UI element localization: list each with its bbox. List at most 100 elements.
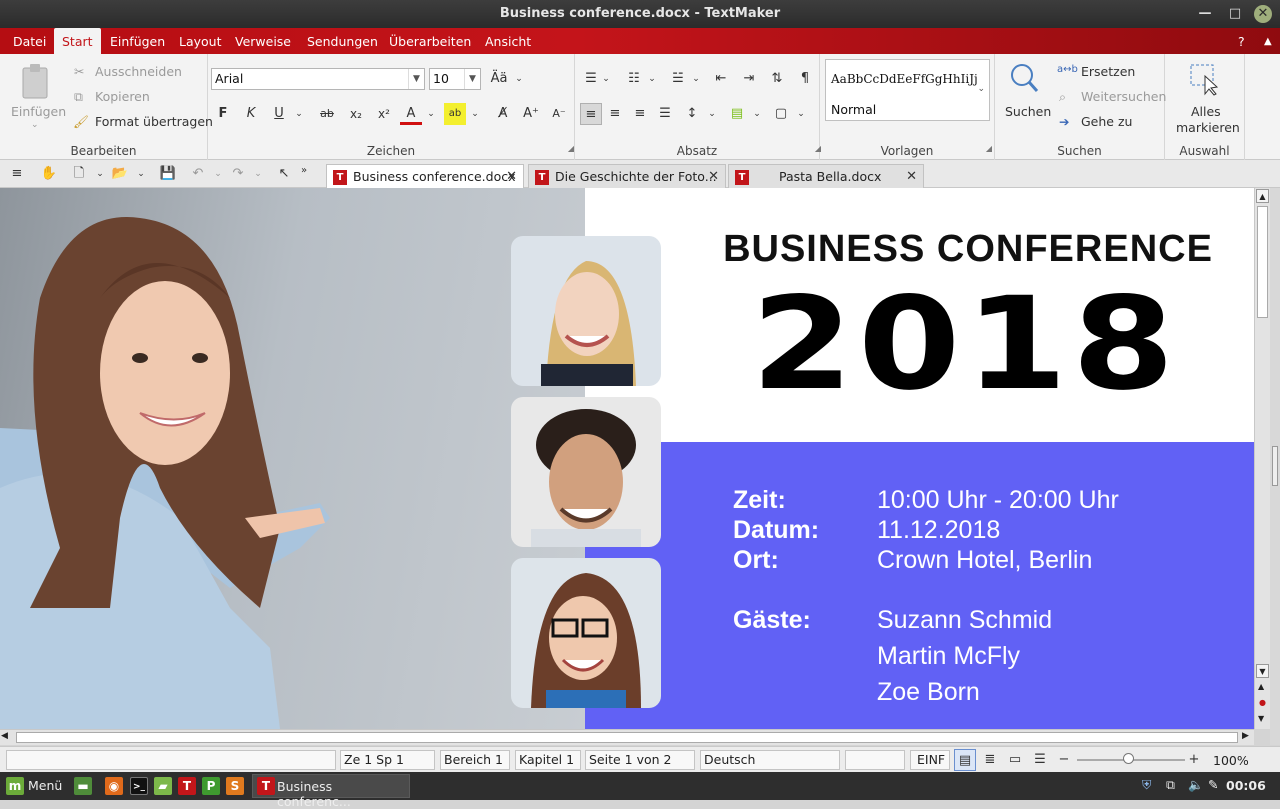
collapse-ribbon-icon[interactable]: ▲ <box>1256 28 1280 54</box>
new-document-icon[interactable]: 🗋 <box>68 163 90 185</box>
show-desktop-icon[interactable]: ▬ <box>74 777 92 795</box>
select-all-icon[interactable] <box>1189 62 1221 96</box>
copy-button[interactable]: Kopieren <box>95 89 150 104</box>
menu-einfuegen[interactable]: Einfügen <box>102 28 173 54</box>
menu-sendungen[interactable]: Sendungen <box>299 28 386 54</box>
paste-dropdown-icon[interactable]: ⌄ <box>31 120 39 130</box>
tab-geschichte-der-foto[interactable]: T Die Geschichte der Foto... ✕ <box>528 164 726 188</box>
menu-start[interactable]: Start <box>54 28 101 54</box>
decrease-indent-icon[interactable]: ⇤ <box>710 68 732 90</box>
firefox-icon[interactable]: ◉ <box>105 777 123 795</box>
justify-icon[interactable]: ☰ <box>654 103 676 125</box>
close-window-icon[interactable]: ✕ <box>1254 5 1272 23</box>
goto-button[interactable]: Gehe zu <box>1081 114 1132 129</box>
increase-indent-icon[interactable]: ⇥ <box>738 68 760 90</box>
overflow-icon[interactable]: » <box>293 160 315 182</box>
menu-ueberarbeiten[interactable]: Überarbeiten <box>381 28 479 54</box>
bold-button[interactable]: F <box>212 103 234 125</box>
magnifier-icon[interactable] <box>1009 62 1039 94</box>
terminal-icon[interactable]: >_ <box>130 777 148 795</box>
shrink-font-icon[interactable]: A⁻ <box>548 103 570 125</box>
presentations-launcher-icon[interactable]: S <box>226 777 244 795</box>
page-down-icon[interactable]: ▼ <box>1258 714 1264 723</box>
close-icon[interactable]: ✕ <box>906 165 917 189</box>
paste-icon[interactable] <box>18 62 52 102</box>
clock[interactable]: 00:06 <box>1226 778 1266 793</box>
chevron-down-icon[interactable]: ⌄ <box>420 103 442 125</box>
browse-object-icon[interactable]: ● <box>1259 698 1266 707</box>
align-center-icon[interactable]: ≡ <box>604 103 626 125</box>
find-next-button[interactable]: Weitersuchen <box>1081 89 1166 104</box>
scroll-left-icon[interactable]: ◀ <box>1 731 8 741</box>
page-up-icon[interactable]: ▲ <box>1258 682 1264 691</box>
strikethrough-icon[interactable]: ab <box>316 103 338 125</box>
vertical-scrollbar[interactable]: ▲ ▼ ▲ ● ▼ <box>1254 188 1270 729</box>
horizontal-scrollbar[interactable]: ◀ ▶ <box>0 729 1254 745</box>
borders-icon[interactable]: ▢ <box>770 103 792 125</box>
view-normal-icon[interactable]: ▤ <box>954 749 976 771</box>
files-icon[interactable]: ▰ <box>154 777 172 795</box>
menu-ansicht[interactable]: Ansicht <box>477 28 539 54</box>
menu-datei[interactable]: Datei <box>5 28 54 54</box>
select-all-button-line1[interactable]: Alles <box>1191 104 1221 119</box>
chevron-down-icon[interactable]: ▼ <box>408 69 424 89</box>
menu-layout[interactable]: Layout <box>171 28 230 54</box>
pilcrow-icon[interactable]: ¶ <box>794 68 816 90</box>
align-right-icon[interactable]: ≡ <box>629 103 651 125</box>
grow-font-icon[interactable]: A⁺ <box>520 103 542 125</box>
scroll-thumb[interactable] <box>1257 206 1268 318</box>
chevron-down-icon[interactable]: ⌄ <box>288 103 310 125</box>
status-language[interactable]: Deutsch (Deutschland) <box>700 750 840 785</box>
chevron-down-icon[interactable]: ⌄ <box>641 68 663 90</box>
font-size-combo[interactable]: 10 ▼ <box>429 68 481 90</box>
chevron-down-icon[interactable]: ⌄ <box>746 103 768 125</box>
search-button[interactable]: Suchen <box>1005 104 1051 119</box>
superscript-icon[interactable]: x² <box>373 103 395 125</box>
taskbar-window-button[interactable]: T Business conferenc... <box>252 774 410 809</box>
tab-pasta-bella[interactable]: T Pasta Bella.docx ✕ <box>728 164 924 188</box>
paste-button[interactable]: Einfügen <box>11 104 66 119</box>
menu-verweise[interactable]: Verweise <box>227 28 299 54</box>
save-icon[interactable]: 💾 <box>157 163 179 185</box>
chevron-down-icon[interactable]: ⌄ <box>247 163 269 185</box>
zoom-out-icon[interactable]: − <box>1053 749 1075 771</box>
close-icon[interactable]: ✕ <box>506 165 517 189</box>
chevron-down-icon[interactable]: ⌄ <box>977 84 985 94</box>
align-left-icon[interactable]: ≡ <box>580 103 602 125</box>
shading-icon[interactable]: ▤ <box>726 103 748 125</box>
maximize-icon[interactable]: □ <box>1226 5 1244 23</box>
chevron-down-icon[interactable]: ⌄ <box>685 68 707 90</box>
clear-format-icon[interactable]: A̸ <box>492 103 514 125</box>
format-painter-button[interactable]: Format übertragen <box>95 114 213 129</box>
zoom-in-icon[interactable]: + <box>1183 749 1205 771</box>
view-master-icon[interactable]: ☰ <box>1029 749 1051 771</box>
underline-button[interactable]: U <box>268 103 290 125</box>
open-folder-icon[interactable]: 📂 <box>109 163 131 185</box>
chevron-down-icon[interactable]: ⌄ <box>89 163 111 185</box>
view-outline-icon[interactable]: ≣ <box>979 749 1001 771</box>
subscript-icon[interactable]: x₂ <box>345 103 367 125</box>
textmaker-launcher-icon[interactable]: T <box>178 777 196 795</box>
chevron-down-icon[interactable]: ⌄ <box>508 68 530 90</box>
chevron-down-icon[interactable]: ⌄ <box>207 163 229 185</box>
planmaker-launcher-icon[interactable]: P <box>202 777 220 795</box>
replace-button[interactable]: Ersetzen <box>1081 64 1135 79</box>
hscroll-thumb[interactable] <box>16 732 1238 743</box>
font-name-combo[interactable]: Arial ▼ <box>211 68 425 90</box>
line-spacing-icon[interactable]: ↕ <box>681 103 703 125</box>
chevron-down-icon[interactable]: ▼ <box>464 69 480 89</box>
scroll-down-icon[interactable]: ▼ <box>1256 664 1269 678</box>
taskbar-menu-label[interactable]: Menü <box>28 778 62 793</box>
pen-icon[interactable]: ✎ <box>1208 777 1218 792</box>
pointer-icon[interactable]: ↖ <box>273 163 295 185</box>
font-color-icon[interactable]: A <box>400 103 422 125</box>
chevron-down-icon[interactable]: ⌄ <box>595 68 617 90</box>
undo-icon[interactable]: ↶ <box>187 163 209 185</box>
chevron-down-icon[interactable]: ⌄ <box>464 103 486 125</box>
close-icon[interactable]: ✕ <box>708 165 719 189</box>
change-case-icon[interactable]: Ää <box>488 68 510 90</box>
chevron-down-icon[interactable]: ⌄ <box>790 103 812 125</box>
help-icon[interactable]: ? <box>1230 28 1253 54</box>
network-icon[interactable]: ⧉ <box>1166 777 1175 793</box>
chevron-down-icon[interactable]: ⌄ <box>130 163 152 185</box>
